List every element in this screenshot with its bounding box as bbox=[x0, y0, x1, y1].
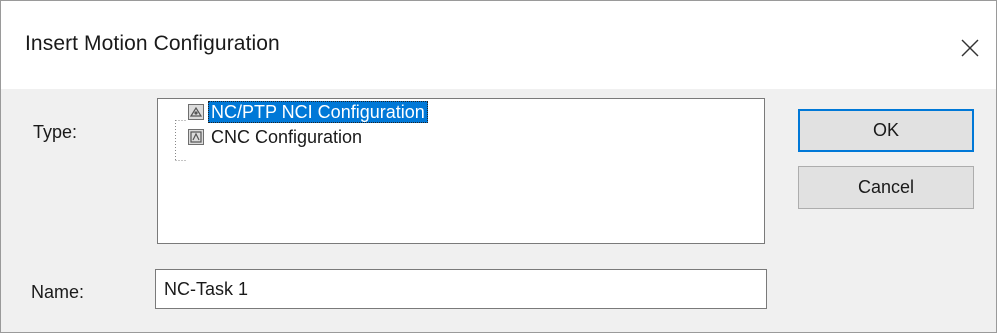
dialog-body: Type: NC/PTP NCI Configuration CNC Confi… bbox=[1, 89, 996, 332]
insert-motion-configuration-dialog: Insert Motion Configuration Type: NC/PTP… bbox=[0, 0, 997, 333]
name-label: Name: bbox=[31, 282, 85, 302]
cnc-config-icon bbox=[188, 129, 204, 145]
tree-item-label: NC/PTP NCI Configuration bbox=[208, 101, 428, 123]
title-bar: Insert Motion Configuration bbox=[1, 1, 996, 89]
tree-item-label: CNC Configuration bbox=[211, 127, 363, 147]
name-input[interactable] bbox=[155, 269, 767, 309]
type-label: Type: bbox=[33, 122, 78, 142]
close-button[interactable] bbox=[953, 31, 985, 63]
cancel-button[interactable]: Cancel bbox=[798, 166, 974, 209]
dialog-title: Insert Motion Configuration bbox=[25, 32, 280, 55]
tree-item-nc-ptp-nci-configuration[interactable]: NC/PTP NCI Configuration bbox=[188, 101, 428, 123]
type-tree[interactable]: NC/PTP NCI Configuration CNC Configurati… bbox=[157, 98, 765, 244]
close-icon bbox=[961, 39, 979, 57]
ok-button[interactable]: OK bbox=[798, 109, 974, 152]
nc-ptp-config-icon bbox=[188, 104, 204, 120]
tree-item-cnc-configuration[interactable]: CNC Configuration bbox=[188, 126, 365, 148]
